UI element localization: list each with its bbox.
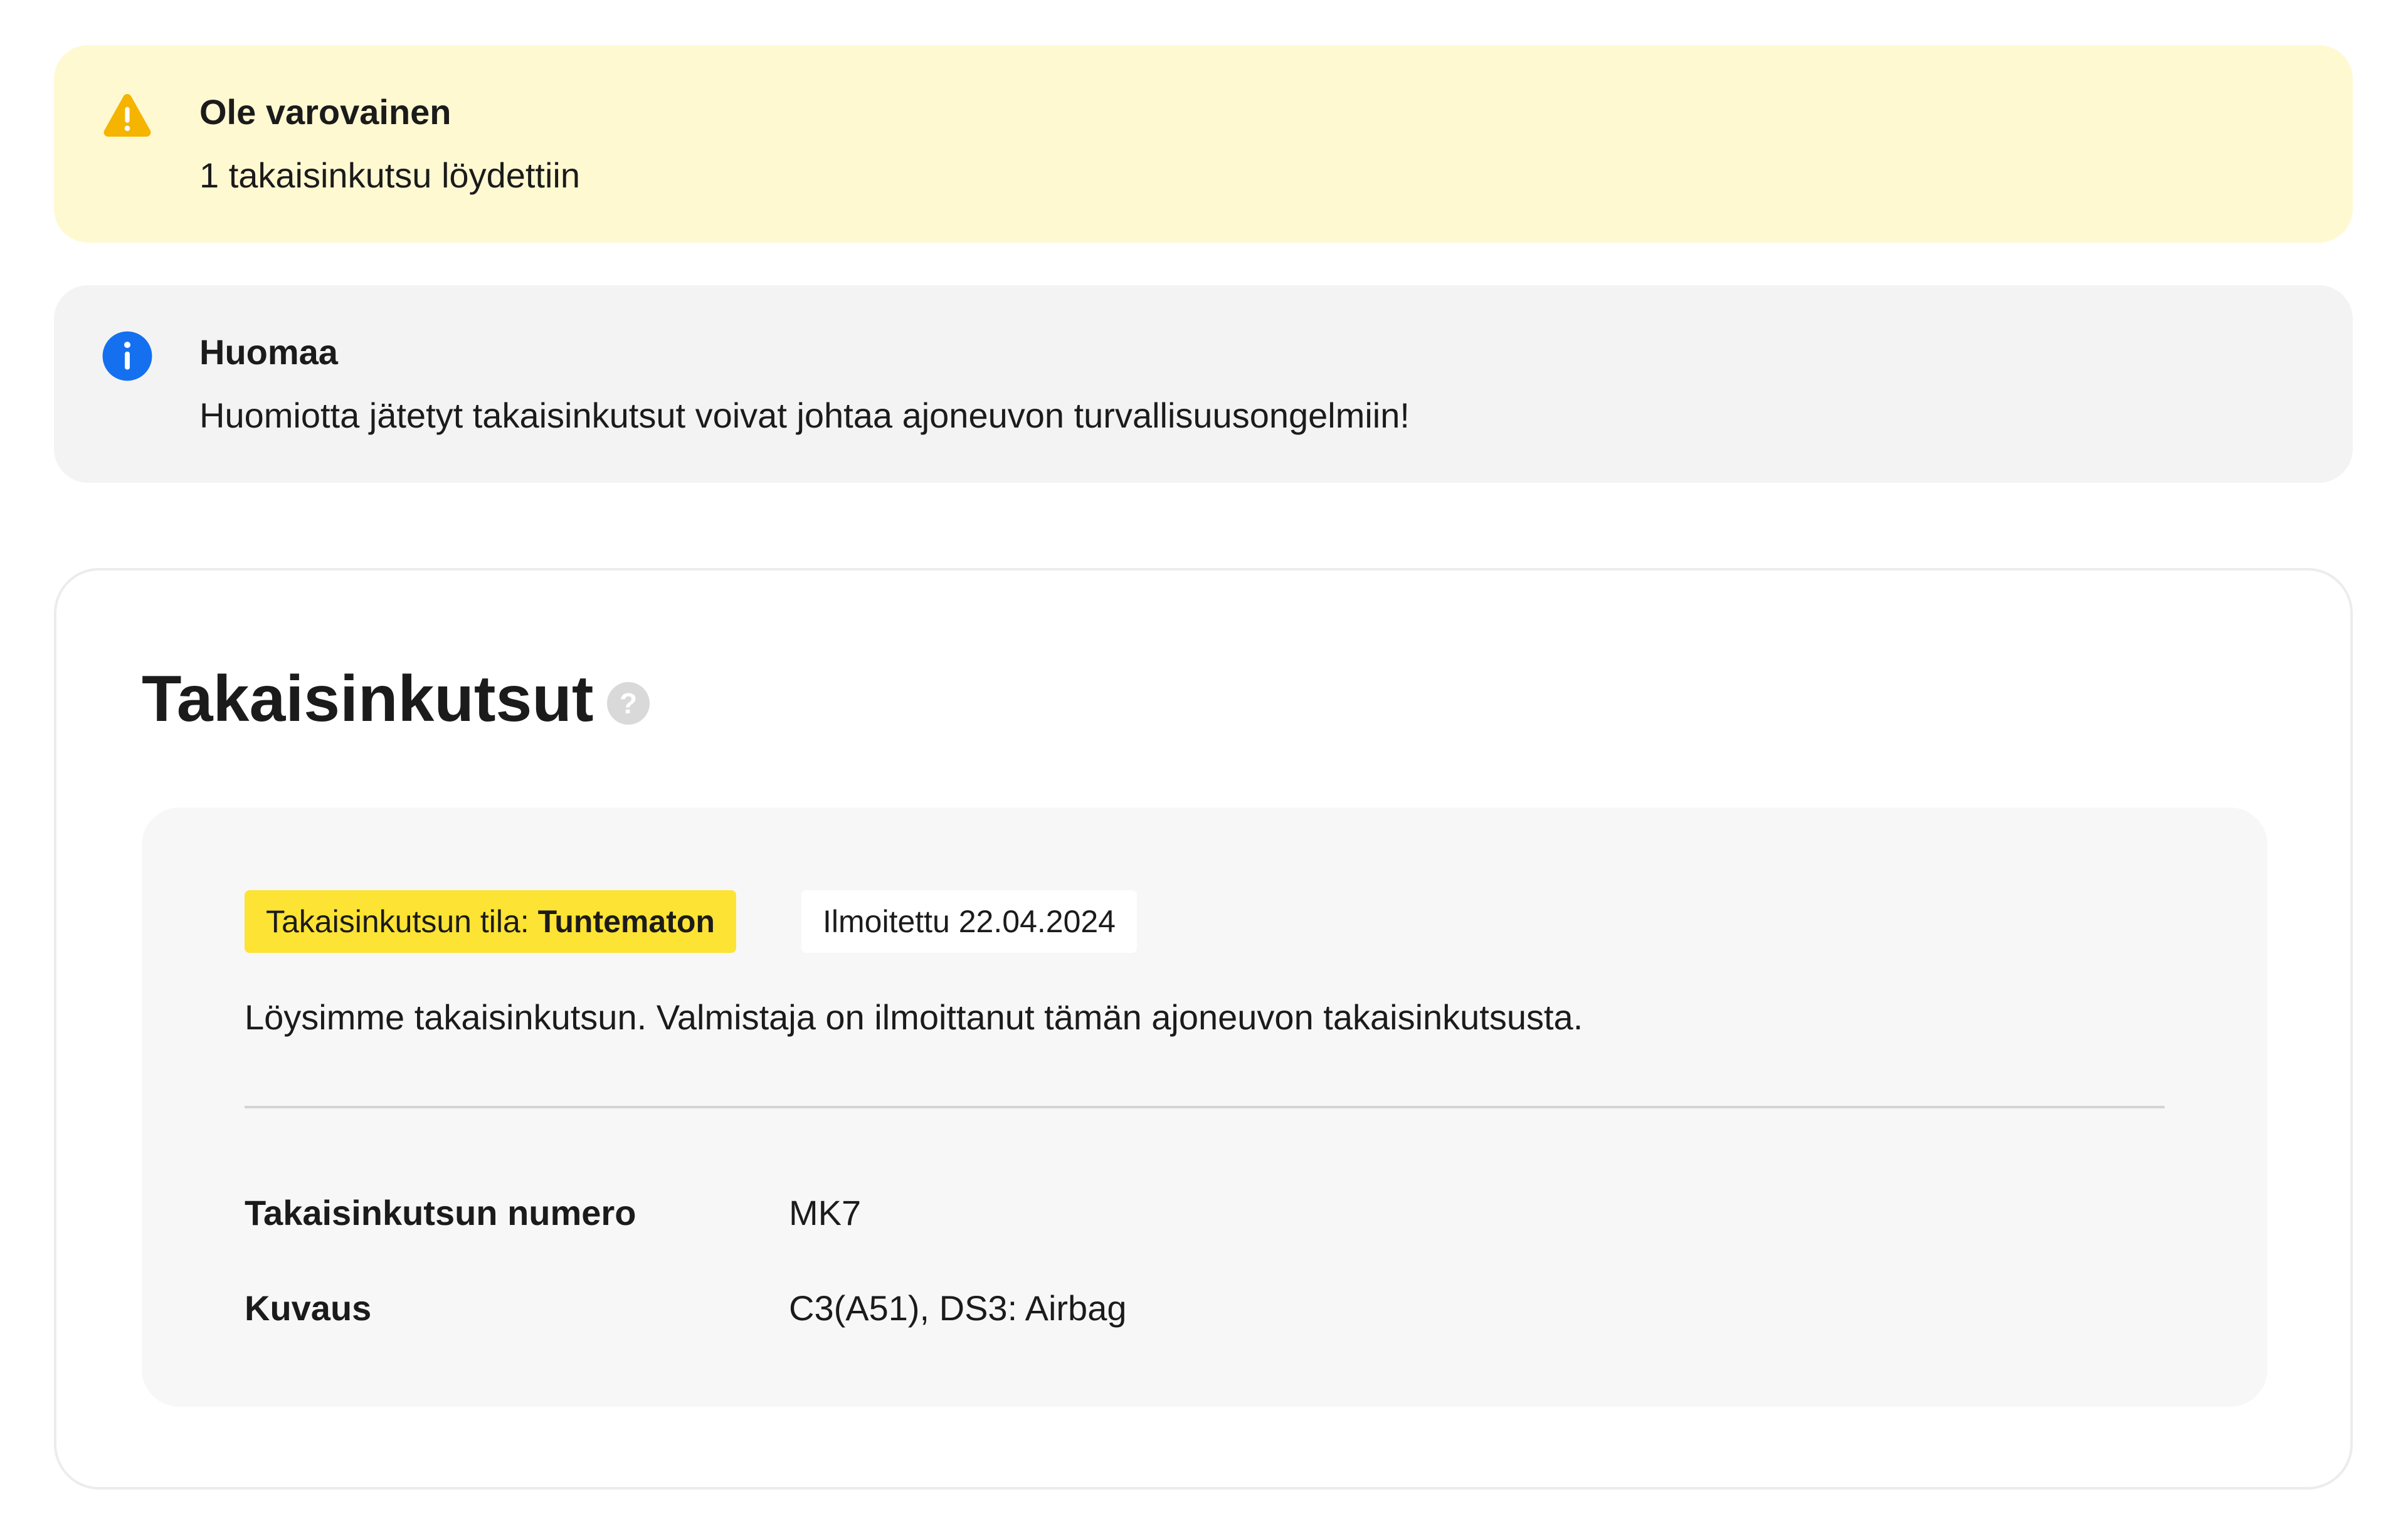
detail-label: Kuvaus [245,1288,372,1328]
recall-status-value: Tuntematon [537,904,715,939]
warning-alert-text: 1 takaisinkutsu löydettiin [199,155,581,195]
recall-item: Takaisinkutsun tila: Tuntematon Ilmoitet… [142,807,2268,1407]
question-circle-icon[interactable]: ? [607,682,650,725]
recall-description: Löysimme takaisinkutsun. Valmistaja on i… [245,997,1583,1037]
info-circle-icon [102,331,152,381]
detail-value: MK7 [789,1193,862,1232]
warning-alert: Ole varovainen 1 takaisinkutsu löydettii… [54,45,2353,243]
detail-value: C3(A51), DS3: Airbag [789,1288,1127,1328]
info-alert: Huomaa Huomiotta jätetyt takaisinkutsut … [54,285,2353,483]
recall-status-label: Takaisinkutsun tila: [266,904,529,939]
info-alert-title: Huomaa [199,332,338,372]
recall-reported-date: Ilmoitettu 22.04.2024 [801,890,1137,953]
info-alert-text: Huomiotta jätetyt takaisinkutsut voivat … [199,396,1410,435]
recalls-card: Takaisinkutsut ? Takaisinkutsun tila: Tu… [54,568,2353,1490]
recall-status-badge: Takaisinkutsun tila: Tuntematon [245,890,736,953]
recalls-title: Takaisinkutsut [142,663,594,735]
warning-alert-title: Ole varovainen [199,92,452,132]
detail-label: Takaisinkutsun numero [245,1193,636,1232]
warning-triangle-icon [103,93,151,137]
divider [245,1106,2165,1108]
